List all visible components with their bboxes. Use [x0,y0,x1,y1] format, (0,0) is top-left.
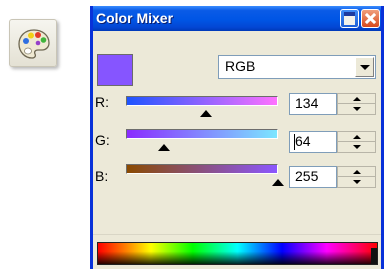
blue-channel-label: B: [95,168,109,184]
red-value-input[interactable]: 134 [289,93,337,115]
blue-spinner [337,166,376,188]
green-channel-label: G: [95,132,110,148]
dropdown-arrow-button[interactable] [355,57,374,77]
color-model-value: RGB [225,58,256,74]
red-channel-label: R: [95,94,109,110]
color-mixer-panel: Color Mixer RGB R: 134 G: 64 B: 255 [90,6,384,269]
blue-value-input[interactable]: 255 [289,166,337,188]
spectrum-marker[interactable] [371,248,377,264]
blue-decrement-button[interactable] [338,176,375,187]
palette-icon [18,29,50,59]
green-slider-thumb[interactable] [158,144,171,151]
blue-slider-thumb[interactable] [272,179,284,186]
color-mixer-dock-icon[interactable] [9,19,57,67]
blue-slider-track[interactable] [126,164,278,174]
window-title: Color Mixer [96,10,174,26]
color-model-select[interactable]: RGB [218,55,376,79]
spectrum-shade [98,243,377,264]
green-slider-track[interactable] [126,129,278,139]
red-slider-thumb[interactable] [199,110,212,117]
red-spinner [337,93,376,115]
minimize-icon [344,12,355,25]
divider [93,234,381,235]
red-decrement-button[interactable] [338,103,375,114]
close-button[interactable] [361,9,380,28]
green-decrement-button[interactable] [338,141,375,152]
green-value-input[interactable]: 64 [289,131,337,153]
color-spectrum[interactable] [97,242,378,265]
red-slider-track[interactable] [126,96,278,106]
current-color-swatch[interactable] [97,54,133,86]
title-bar[interactable]: Color Mixer [93,6,381,31]
minimize-button[interactable] [340,9,359,28]
green-spinner [337,131,376,153]
